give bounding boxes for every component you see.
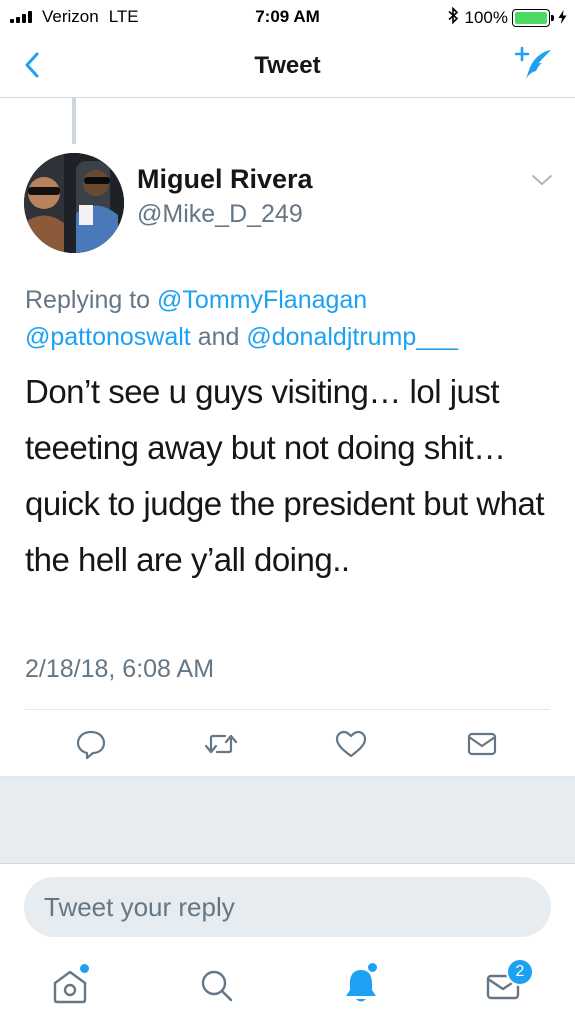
tweet-text: Don’t see u guys visiting… lol just teee… [25,373,545,578]
battery-icon [512,9,554,27]
tweet-timestamp: 2/18/18, 6:08 AM [25,655,215,683]
charging-icon [558,9,567,27]
like-icon[interactable] [333,726,369,762]
home-icon[interactable] [45,960,95,1010]
navigation-bar: Tweet [0,34,575,98]
mention-link[interactable]: @donaldjtrump___ [246,323,458,351]
mention-link[interactable]: @pattonoswalt [25,323,191,351]
page-title: Tweet [254,52,321,79]
chevron-down-icon[interactable] [530,170,554,190]
battery-percent: 100% [464,8,508,27]
avatar[interactable] [24,153,124,253]
retweet-icon[interactable] [203,726,239,762]
user-handle[interactable]: @Mike_D_249 [137,200,303,229]
direct-message-icon[interactable] [464,726,500,762]
status-right: 100% [447,6,567,29]
reply-composer[interactable] [24,877,551,937]
replying-to-line: Replying to @TommyFlanagan @pattonoswalt… [25,282,565,356]
reply-input[interactable] [44,877,524,937]
compose-tweet-icon[interactable] [514,46,555,82]
and-label: and [197,323,240,351]
search-icon[interactable] [192,960,242,1010]
mention-link[interactable]: @TommyFlanagan [157,286,367,314]
status-bar: Verizon LTE 7:09 AM 100% [0,0,575,34]
tweet-actions [0,726,575,766]
messages-badge: 2 [506,958,534,986]
display-name[interactable]: Miguel Rivera [137,164,313,195]
empty-replies-area [0,776,575,864]
thread-connector-line [72,98,76,144]
divider [25,709,550,710]
replying-to-label: Replying to [25,286,151,314]
reply-icon[interactable] [73,726,109,762]
bluetooth-icon [447,6,459,29]
tab-bar: 2 [0,950,575,1024]
messages-icon[interactable]: 2 [480,958,534,1010]
notifications-icon[interactable] [336,960,386,1010]
